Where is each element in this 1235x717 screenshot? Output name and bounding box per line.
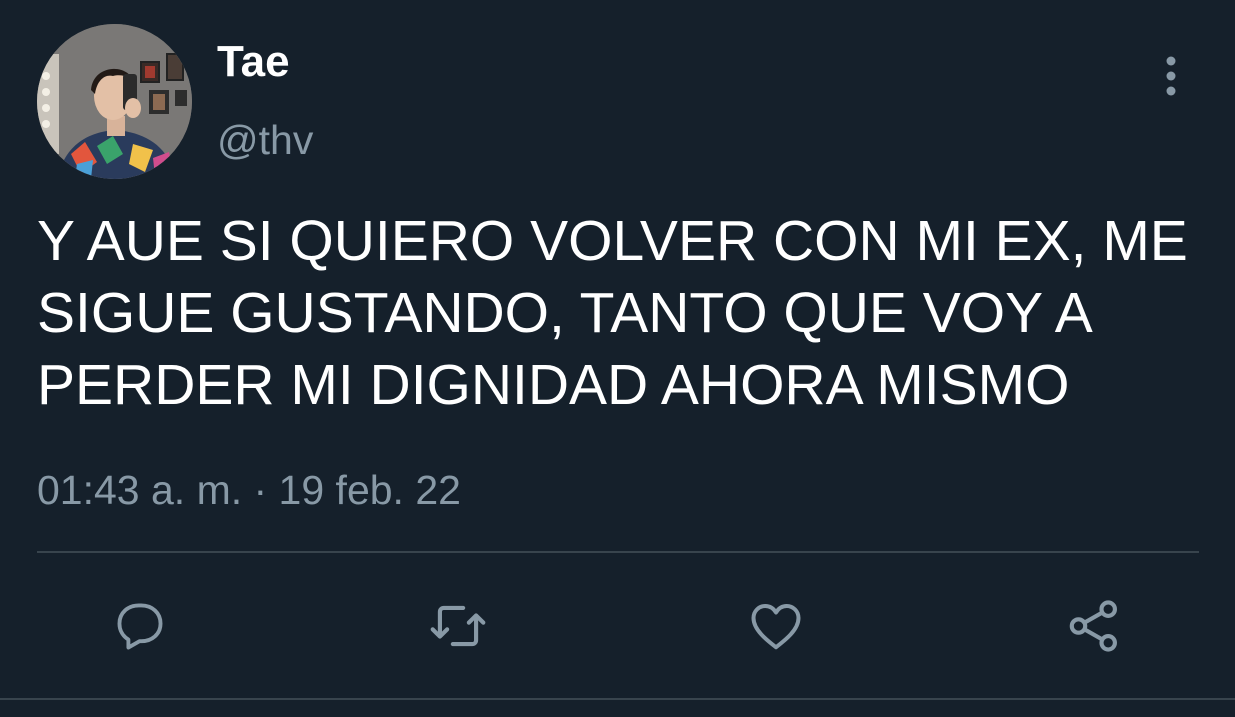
tweet-text: Y AUE SI QUIERO VOLVER CON MI EX, ME SIG… — [37, 209, 1188, 417]
share-icon — [1069, 600, 1117, 652]
divider — [37, 551, 1199, 553]
bottom-divider — [0, 698, 1235, 700]
like-button[interactable] — [740, 590, 812, 662]
speech-bubble-icon — [117, 603, 163, 650]
heart-icon — [751, 604, 801, 650]
reply-button[interactable] — [104, 590, 176, 662]
avatar[interactable] — [37, 24, 192, 179]
retweet-button[interactable] — [422, 590, 494, 662]
display-name[interactable]: Tae — [217, 40, 290, 84]
tweet-actions — [0, 590, 1235, 662]
tweet-timestamp[interactable]: 01:43 a. m. · 19 feb. 22 — [37, 470, 461, 511]
more-options-button[interactable] — [1150, 52, 1192, 100]
tweet-card: Tae @thv Y AUE SI QUIERO VOLVER CON MI E… — [0, 0, 1235, 717]
avatar-photo — [37, 24, 192, 179]
retweet-icon — [430, 605, 486, 647]
vertical-ellipsis-icon — [1166, 56, 1176, 96]
share-button[interactable] — [1058, 590, 1130, 662]
user-handle[interactable]: @thv — [217, 120, 313, 161]
